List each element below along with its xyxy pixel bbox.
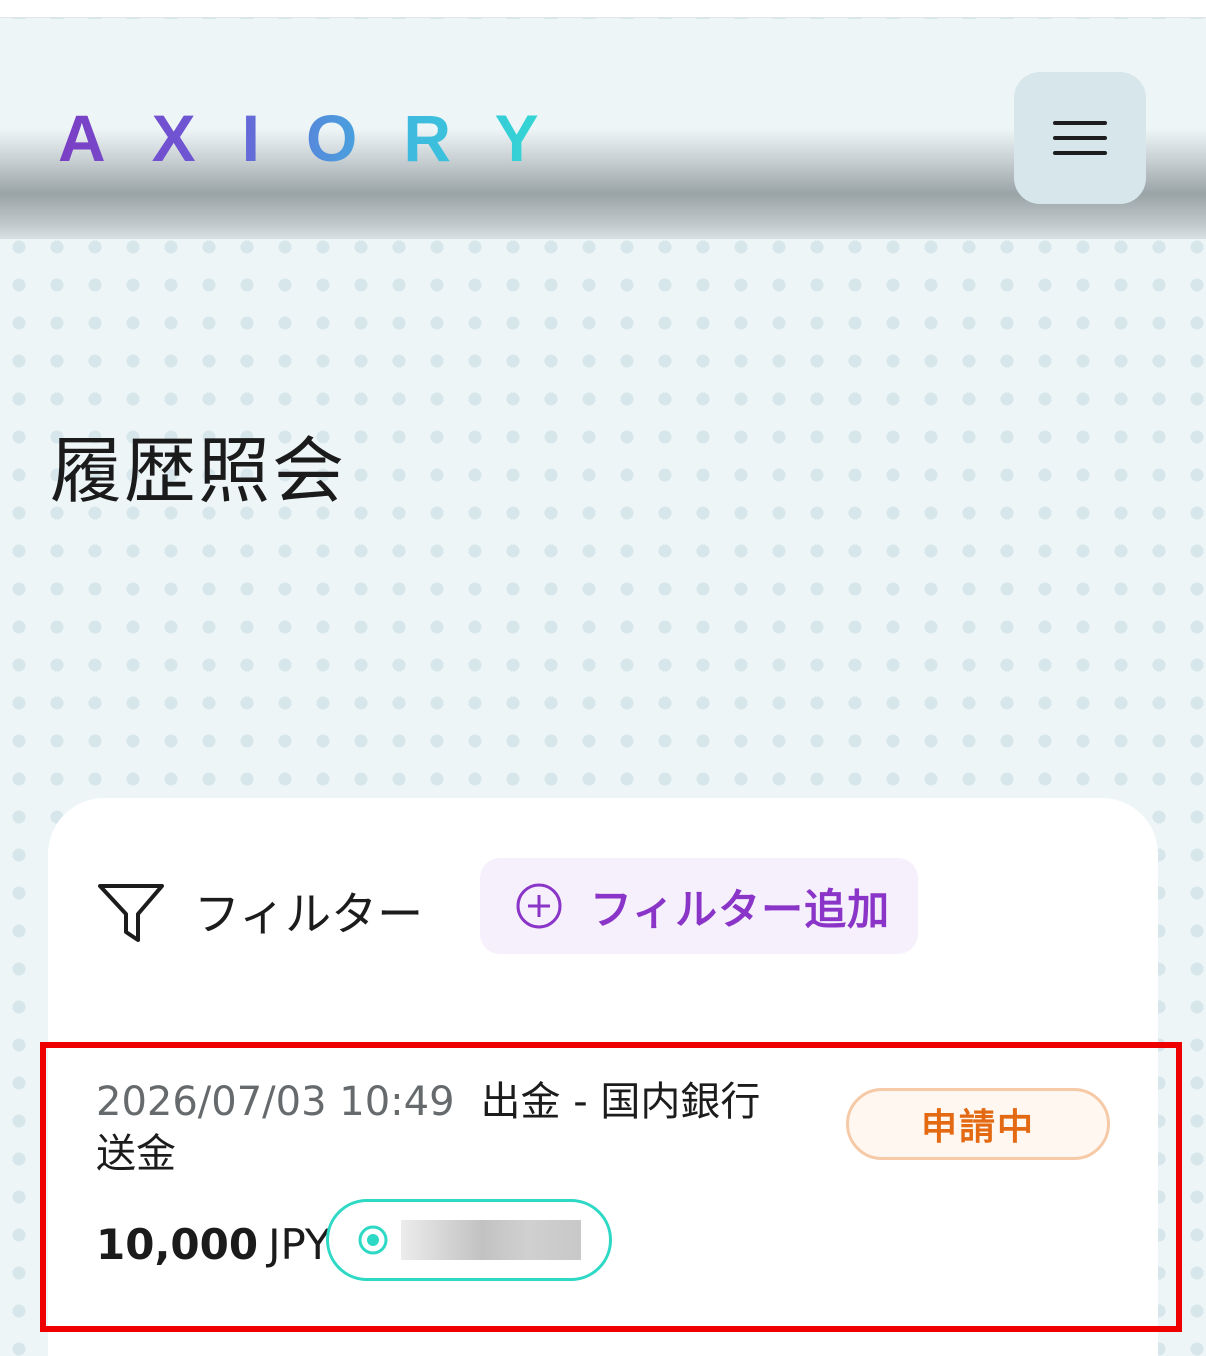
transaction-datetime: 2026/07/03 10:49 [96,1079,455,1125]
page-title: 履歴照会 [50,429,347,513]
transaction-row[interactable]: 2026/07/03 10:49 出金 - 国内銀行送金 申請中 10,000 J… [48,1048,1176,1326]
masked-account-number [401,1220,581,1260]
add-filter-label: フィルター追加 [590,884,891,934]
funnel-icon [98,884,164,942]
amount-value: 10,000 [96,1219,259,1269]
filter-header: フィルター [96,868,423,954]
account-chip [326,1199,612,1281]
page: AXIORY 履歴照会 フィルター フィルター追加 2026/07/03 10:… [0,0,1206,1356]
filter-label: フィルター [194,887,424,941]
add-filter-button[interactable]: フィルター追加 [480,858,918,954]
menu-button[interactable] [1014,72,1146,204]
axiory-logo[interactable]: AXIORY [58,101,585,175]
hamburger-menu-icon [1053,121,1107,125]
plus-circle-icon [516,883,562,929]
transaction-summary: 2026/07/03 10:49 出金 - 国内銀行送金 [96,1076,776,1180]
row-divider [96,1330,1112,1332]
status-badge: 申請中 [846,1088,1110,1160]
radio-dot-icon [358,1225,388,1255]
amount-currency: JPY [268,1219,331,1269]
browser-top-strip [0,0,1206,18]
transaction-amount: 10,000 JPY [96,1218,331,1270]
